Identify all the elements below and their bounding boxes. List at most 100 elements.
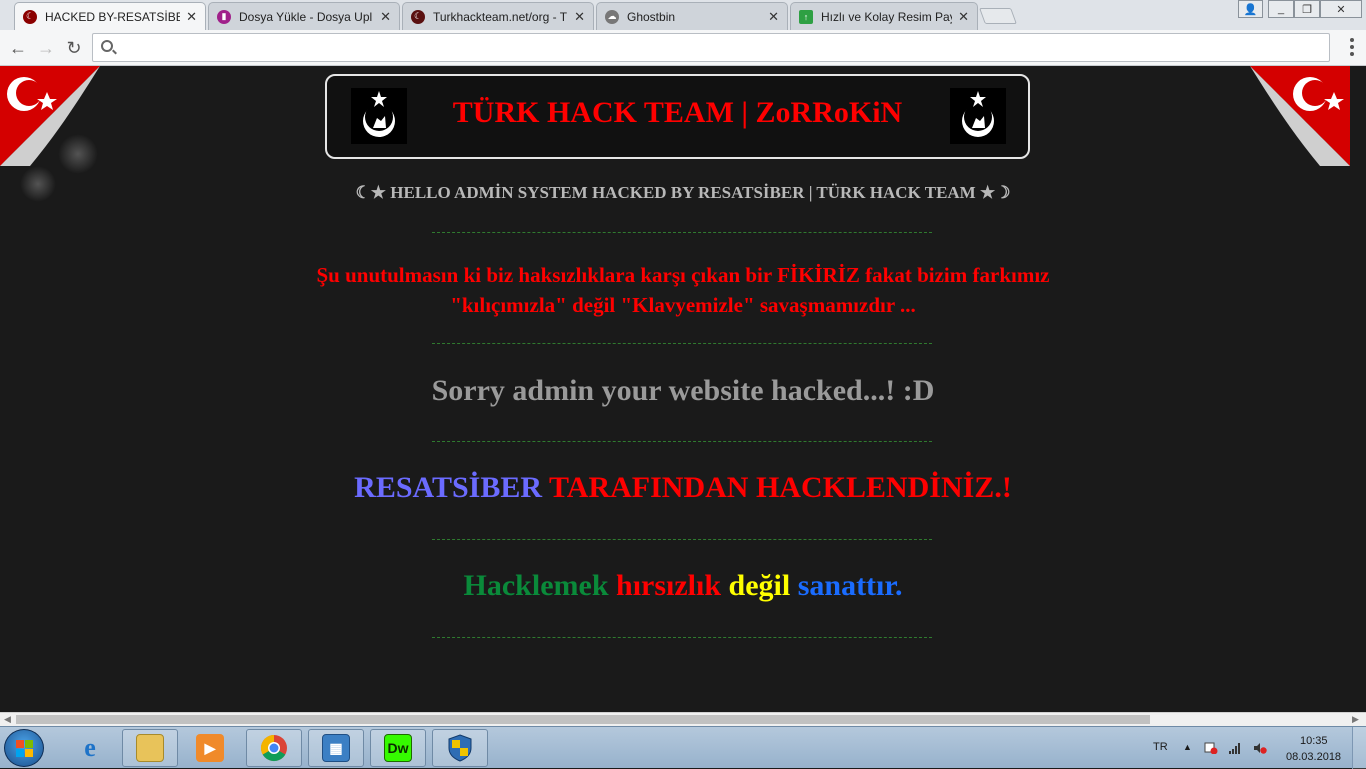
tab-resim-paylas[interactable]: ↑ Hızlı ve Kolay Resim Payl ✕ — [790, 2, 978, 30]
close-icon: ✕ — [1336, 3, 1346, 16]
show-desktop-button[interactable] — [1352, 727, 1366, 769]
taskbar-chrome[interactable] — [246, 729, 302, 767]
turkish-flag-corner-right — [1250, 66, 1350, 166]
hello-admin-text: ☾★ HELLO ADMİN SYSTEM HACKED BY RESATSİB… — [355, 183, 1011, 202]
menu-dot — [1350, 52, 1354, 56]
taskbar-media-player[interactable]: ▶ — [182, 729, 238, 767]
user-icon: 👤 — [1243, 3, 1258, 16]
close-window-button[interactable]: ✕ — [1320, 0, 1362, 18]
reload-button[interactable]: ↻ — [62, 36, 86, 60]
menu-dot — [1350, 38, 1354, 42]
reload-icon: ↻ — [66, 37, 82, 58]
windows-logo-icon — [16, 740, 24, 748]
tab-dosya-yukle[interactable]: ▮ Dosya Yükle - Dosya Upl ✕ — [208, 2, 400, 30]
forward-button[interactable]: → — [34, 36, 58, 60]
control-panel-icon: ▦ — [322, 734, 350, 762]
new-tab-button[interactable] — [979, 8, 1017, 24]
motto-word: değil — [728, 569, 791, 602]
crescent-wolf-emblem-icon — [950, 88, 1006, 144]
restore-icon: ❐ — [1302, 3, 1312, 16]
scrollbar-thumb[interactable] — [16, 715, 1150, 724]
tab-title: Hızlı ve Kolay Resim Payl — [821, 9, 953, 24]
warning-message: Şu unutulmasın ki biz haksızlıklara karş… — [0, 260, 1350, 320]
tab-title: Dosya Yükle - Dosya Upl — [239, 9, 373, 24]
divider — [432, 441, 932, 442]
tab-title: Turkhackteam.net/org - T — [433, 9, 568, 24]
windows-logo-icon — [16, 749, 24, 757]
horizontal-scrollbar[interactable]: ◀ ▶ — [0, 712, 1366, 726]
header-banner: TÜRK HACK TEAM | ZoRRoKiN — [325, 74, 1030, 159]
hacked-text: TARAFINDAN HACKLENDİNİZ.! — [549, 471, 1012, 504]
volume-muted-icon[interactable] — [1253, 742, 1267, 754]
taskbar-internet-explorer[interactable]: e — [62, 729, 118, 767]
scroll-left-icon[interactable]: ◀ — [4, 714, 11, 725]
hacker-name: RESATSİBER — [354, 471, 543, 504]
windows-taskbar: e ▶ ▦ Dw TR ▲ 10:35 08.03.2018 — [0, 726, 1366, 769]
forward-arrow-icon: → — [37, 37, 55, 58]
image-upload-icon: ↑ — [799, 9, 813, 24]
back-button[interactable]: ← — [6, 36, 30, 60]
search-icon — [101, 40, 113, 52]
vertical-scrollbar[interactable] — [1350, 66, 1366, 712]
motto-word: hırsızlık — [616, 569, 722, 602]
tab-hacked[interactable]: ☾ HACKED BY-RESATSİBER ✕ — [14, 2, 206, 30]
clock-date[interactable]: 08.03.2018 — [1286, 751, 1341, 763]
close-icon[interactable]: ✕ — [958, 9, 969, 25]
light-glow — [58, 134, 98, 174]
dreamweaver-icon: Dw — [384, 734, 412, 762]
taskbar-windows-security[interactable] — [432, 729, 488, 767]
windows-logo-icon — [25, 740, 33, 748]
restore-button[interactable]: ❐ — [1294, 0, 1320, 18]
divider — [432, 637, 932, 638]
browser-menu-button[interactable] — [1350, 38, 1354, 56]
banner-title: TÜRK HACK TEAM | ZoRRoKiN — [452, 96, 903, 129]
chrome-icon — [260, 734, 287, 762]
motto-word: sanattır. — [797, 569, 903, 602]
back-arrow-icon: ← — [9, 37, 27, 58]
divider — [432, 539, 932, 540]
language-indicator[interactable]: TR — [1153, 741, 1168, 753]
profile-button[interactable]: 👤 — [1238, 0, 1263, 18]
start-button[interactable] — [4, 729, 44, 767]
minimize-button[interactable]: _ — [1268, 0, 1294, 18]
tab-title: HACKED BY-RESATSİBER — [45, 9, 181, 24]
close-icon[interactable]: ✕ — [380, 9, 391, 25]
hacked-by-line: RESATSİBER TARAFINDAN HACKLENDİNİZ.! — [0, 471, 1350, 505]
media-player-icon: ▶ — [196, 734, 224, 762]
taskbar-dreamweaver[interactable]: Dw — [370, 729, 426, 767]
warning-line: "kılıçımızla" değil "Klavyemizle" savaşm… — [450, 293, 916, 317]
divider — [432, 232, 932, 233]
file-explorer-icon — [136, 734, 164, 762]
minimize-icon: _ — [1277, 3, 1285, 15]
clock-time[interactable]: 10:35 — [1300, 735, 1328, 747]
ghost-icon: ☁ — [605, 9, 619, 24]
close-icon[interactable]: ✕ — [768, 9, 779, 25]
action-center-icon[interactable] — [1204, 742, 1218, 754]
browser-toolbar: ← → ↻ — [0, 30, 1366, 66]
web-page: TÜRK HACK TEAM | ZoRRoKiN ☾★ HELLO ADMİN… — [0, 66, 1350, 712]
taskbar-file-explorer[interactable] — [122, 729, 178, 767]
close-icon[interactable]: ✕ — [574, 9, 585, 25]
windows-logo-icon — [25, 749, 33, 757]
internet-explorer-icon: e — [84, 733, 96, 762]
taskbar-control-panel[interactable]: ▦ — [308, 729, 364, 767]
dosya-upload-icon: ▮ — [217, 9, 231, 24]
turkhackteam-icon: ☾ — [23, 9, 37, 24]
address-bar[interactable] — [92, 33, 1330, 62]
tab-turkhackteam[interactable]: ☾ Turkhackteam.net/org - T ✕ — [402, 2, 594, 30]
tab-strip: ☾ HACKED BY-RESATSİBER ✕ ▮ Dosya Yükle -… — [0, 0, 1366, 30]
address-input[interactable] — [119, 38, 1319, 58]
close-icon[interactable]: ✕ — [186, 9, 197, 25]
windows-security-icon — [448, 734, 472, 762]
warning-line: Şu unutulmasın ki biz haksızlıklara karş… — [316, 263, 1050, 287]
scroll-right-icon[interactable]: ▶ — [1352, 714, 1359, 725]
sorry-admin-text: Sorry admin your website hacked...! :D — [431, 374, 935, 407]
tab-title: Ghostbin — [627, 9, 676, 24]
menu-dot — [1350, 45, 1354, 49]
tab-ghostbin[interactable]: ☁ Ghostbin ✕ — [596, 2, 788, 30]
motto-line: Hacklemek hırsızlık değil sanattır. — [0, 569, 1350, 603]
turkhackteam-icon: ☾ — [411, 9, 425, 24]
divider — [432, 343, 932, 344]
network-icon[interactable] — [1228, 742, 1242, 754]
show-hidden-icons-icon[interactable]: ▲ — [1183, 742, 1192, 752]
